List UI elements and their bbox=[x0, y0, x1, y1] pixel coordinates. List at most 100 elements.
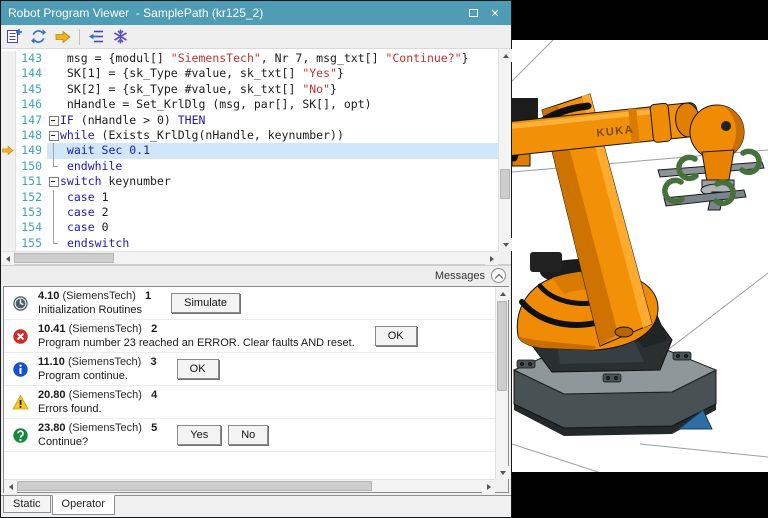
add-program-icon[interactable] bbox=[6, 28, 23, 45]
messages-panel: 4.10 (SiemensTech) 1Initialization Routi… bbox=[1, 285, 511, 495]
breakpoint-margin[interactable] bbox=[1, 128, 16, 143]
messages-horizontal-scrollbar[interactable] bbox=[4, 479, 495, 492]
tab-static[interactable]: Static bbox=[3, 496, 51, 513]
window-title: Robot Program Viewer - SamplePath (kr125… bbox=[8, 6, 460, 20]
message-content: 10.41 (SiemensTech) 2Program number 23 r… bbox=[38, 323, 355, 349]
run-arrow-icon[interactable] bbox=[54, 28, 71, 45]
robot-3d-scene: KUKA bbox=[512, 40, 768, 472]
code-lines: 143 msg = {modul[] "SiemensTech", Nr 7, … bbox=[1, 49, 498, 251]
simulate-button[interactable]: Simulate bbox=[171, 293, 240, 313]
messages-vertical-scrollbar[interactable] bbox=[495, 287, 508, 479]
robot-program-viewer-window: Robot Program Viewer - SamplePath (kr125… bbox=[0, 0, 512, 518]
code-line[interactable]: 145 SK[2] = {sk_Type #value, sk_txt[] "N… bbox=[1, 82, 498, 97]
message-buttons: OK bbox=[177, 359, 219, 379]
scroll-thumb[interactable] bbox=[497, 301, 507, 391]
code-text: switch keynumber bbox=[60, 174, 171, 189]
fold-marker bbox=[47, 66, 60, 81]
code-line[interactable]: 143 msg = {modul[] "SiemensTech", Nr 7, … bbox=[1, 51, 498, 66]
breakpoint-margin[interactable] bbox=[1, 82, 16, 97]
code-line[interactable]: 148while (Exists_KrlDlg(nHandle, keynumb… bbox=[1, 128, 498, 143]
fold-marker[interactable] bbox=[47, 128, 60, 143]
code-text: case 1 bbox=[60, 190, 109, 205]
messages-box: 4.10 (SiemensTech) 1Initialization Routi… bbox=[3, 286, 509, 493]
goto-line-icon[interactable] bbox=[88, 28, 105, 45]
scroll-up-arrow[interactable] bbox=[499, 49, 512, 62]
message-content: 20.80 (SiemensTech) 4 Errors found. bbox=[38, 389, 157, 415]
code-text: SK[2] = {sk_Type #value, sk_txt[] "No"} bbox=[60, 82, 337, 97]
breakpoint-margin[interactable] bbox=[1, 159, 16, 174]
code-editor[interactable]: 143 msg = {modul[] "SiemensTech", Nr 7, … bbox=[1, 49, 511, 265]
code-text: endswitch bbox=[60, 236, 129, 251]
breakpoint-margin[interactable] bbox=[1, 220, 16, 235]
scroll-left-arrow[interactable] bbox=[4, 480, 17, 493]
scroll-up-arrow[interactable] bbox=[496, 287, 509, 300]
code-line[interactable]: 146 nHandle = Set_KrlDlg (msg, par[], SK… bbox=[1, 97, 498, 112]
code-line[interactable]: 150 endwhile bbox=[1, 159, 498, 174]
code-line[interactable]: 147IF (nHandle > 0) THEN bbox=[1, 113, 498, 128]
scroll-right-arrow[interactable] bbox=[482, 480, 495, 493]
message-text: Initialization Routines bbox=[38, 304, 151, 316]
code-line[interactable]: 155 endswitch bbox=[1, 236, 498, 251]
maximize-button[interactable] bbox=[464, 5, 482, 21]
line-number: 145 bbox=[16, 82, 47, 97]
editor-horizontal-scrollbar[interactable] bbox=[1, 251, 498, 264]
line-number: 152 bbox=[16, 190, 47, 205]
close-button[interactable]: ✕ bbox=[486, 5, 504, 21]
message-header-line: 11.10 (SiemensTech) 3 bbox=[38, 356, 157, 368]
fold-marker[interactable] bbox=[47, 174, 60, 189]
breakpoint-margin[interactable] bbox=[1, 190, 16, 205]
scroll-thumb[interactable] bbox=[17, 481, 372, 491]
message-text: Errors found. bbox=[38, 403, 157, 415]
scroll-left-arrow[interactable] bbox=[1, 252, 14, 265]
titlebar[interactable]: Robot Program Viewer - SamplePath (kr125… bbox=[1, 1, 511, 25]
messages-list: 4.10 (SiemensTech) 1Initialization Routi… bbox=[4, 287, 495, 479]
message-header-line: 23.80 (SiemensTech) 5 bbox=[38, 422, 157, 434]
breakpoint-margin[interactable] bbox=[1, 51, 16, 66]
ok-button[interactable]: OK bbox=[375, 326, 417, 346]
message-text: Program number 23 reached an ERROR. Clea… bbox=[38, 337, 355, 349]
yes-button[interactable]: Yes bbox=[177, 425, 221, 445]
code-text: case 0 bbox=[60, 220, 109, 235]
code-line[interactable]: 152 case 1 bbox=[1, 190, 498, 205]
robot-forearm: KUKA bbox=[512, 100, 702, 158]
no-button[interactable]: No bbox=[228, 425, 268, 445]
scroll-down-arrow[interactable] bbox=[496, 466, 509, 479]
breakpoint-margin[interactable] bbox=[1, 97, 16, 112]
bottom-tab-strip: StaticOperator bbox=[1, 495, 511, 517]
breakpoint-margin[interactable] bbox=[1, 143, 16, 158]
code-text: wait Sec 0.1 bbox=[60, 143, 150, 158]
message-buttons: OK bbox=[375, 326, 417, 346]
message-text: Program continue. bbox=[38, 370, 157, 382]
fold-marker[interactable] bbox=[47, 113, 60, 128]
code-line[interactable]: 144 SK[1] = {sk_Type #value, sk_txt[] "Y… bbox=[1, 66, 498, 81]
warning-icon bbox=[12, 394, 29, 411]
breakpoint-margin[interactable] bbox=[1, 174, 16, 189]
code-line[interactable]: 154 case 0 bbox=[1, 220, 498, 235]
breakpoint-margin[interactable] bbox=[1, 66, 16, 81]
line-number: 149 bbox=[16, 143, 47, 158]
message-header-line: 20.80 (SiemensTech) 4 bbox=[38, 389, 157, 401]
collapse-messages-button[interactable] bbox=[491, 268, 506, 283]
editor-vertical-scrollbar[interactable] bbox=[498, 49, 511, 251]
tab-operator[interactable]: Operator bbox=[52, 495, 115, 515]
code-line[interactable]: 153 case 2 bbox=[1, 205, 498, 220]
scroll-right-arrow[interactable] bbox=[485, 252, 498, 265]
breakpoint-margin[interactable] bbox=[1, 205, 16, 220]
snowflake-icon[interactable] bbox=[112, 28, 129, 45]
3d-viewport[interactable]: KUKA bbox=[512, 40, 768, 472]
refresh-icon[interactable] bbox=[30, 28, 47, 45]
scroll-down-arrow[interactable] bbox=[499, 238, 512, 251]
code-line[interactable]: 151switch keynumber bbox=[1, 174, 498, 189]
scroll-thumb[interactable] bbox=[14, 253, 114, 263]
code-text: endwhile bbox=[60, 159, 122, 174]
scrollbar-corner bbox=[495, 479, 508, 492]
breakpoint-margin[interactable] bbox=[1, 113, 16, 128]
ok-button[interactable]: OK bbox=[177, 359, 219, 379]
line-number: 146 bbox=[16, 97, 47, 112]
line-number: 144 bbox=[16, 66, 47, 81]
scroll-thumb[interactable] bbox=[500, 169, 510, 199]
code-text: nHandle = Set_KrlDlg (msg, par[], SK[], … bbox=[60, 97, 372, 112]
fold-marker bbox=[47, 82, 60, 97]
code-line[interactable]: 149 wait Sec 0.1 bbox=[1, 143, 498, 158]
breakpoint-margin[interactable] bbox=[1, 236, 16, 251]
